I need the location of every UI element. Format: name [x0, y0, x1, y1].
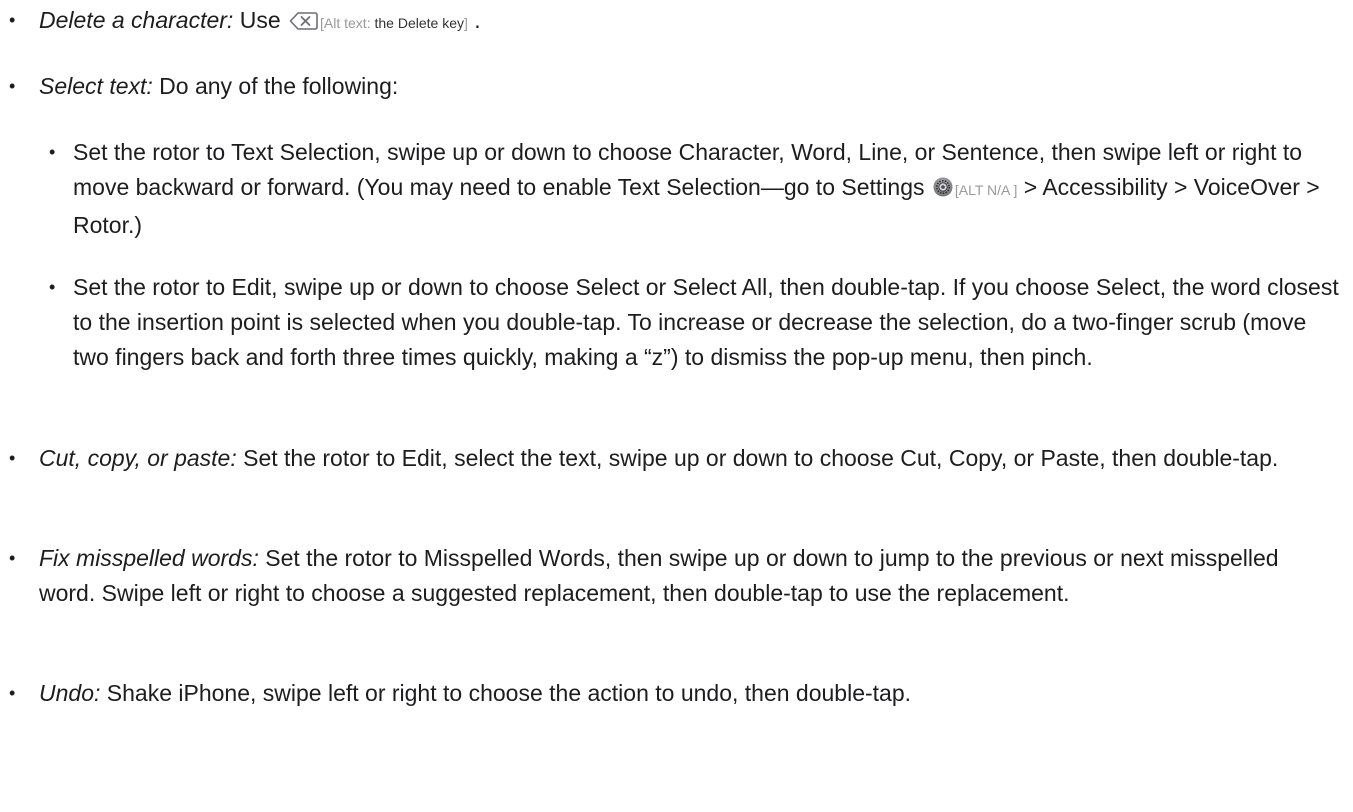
- list-item-text: Fix misspelled words: Set the rotor to M…: [39, 541, 1340, 611]
- item-text: Shake iPhone, swipe left or right to cho…: [100, 680, 912, 706]
- item-text-after: .: [467, 7, 481, 33]
- bullet: •: [49, 142, 56, 162]
- alt-text-delete-key: [Alt text: the Delete key]: [320, 15, 468, 31]
- bullet: •: [49, 277, 56, 297]
- list-item-text: Delete a character: Use [Alt text: the D…: [39, 3, 1340, 41]
- item-label: Cut, copy, or paste:: [39, 445, 237, 471]
- bullet: •: [9, 548, 16, 568]
- list-item-text: Set the rotor to Text Selection, swipe u…: [73, 135, 1340, 243]
- item-label: Delete a character:: [39, 7, 234, 33]
- item-text: Set the rotor to Edit, select the text, …: [236, 445, 1279, 471]
- item-text-before: Use: [233, 7, 288, 33]
- list-item-text: Cut, copy, or paste: Set the rotor to Ed…: [39, 441, 1340, 476]
- item-label: Select text:: [39, 73, 153, 99]
- settings-gear-icon: [933, 177, 953, 197]
- item-label: Fix misspelled words:: [39, 545, 259, 571]
- delete-key-icon: [289, 12, 318, 30]
- item-label: Undo:: [39, 680, 101, 706]
- bullet: •: [9, 76, 16, 96]
- item-text: Do any of the following:: [152, 73, 399, 99]
- bullet: •: [9, 10, 16, 30]
- list-item-text: Select text: Do any of the following:: [39, 69, 1340, 104]
- list-item-text: Set the rotor to Edit, swipe up or down …: [73, 274, 1339, 370]
- list-item-text: Undo: Shake iPhone, swipe left or right …: [39, 676, 1340, 711]
- bullet: •: [9, 448, 16, 468]
- alt-text-settings: [ALT N/A ]: [954, 182, 1018, 198]
- bullet: •: [9, 683, 16, 703]
